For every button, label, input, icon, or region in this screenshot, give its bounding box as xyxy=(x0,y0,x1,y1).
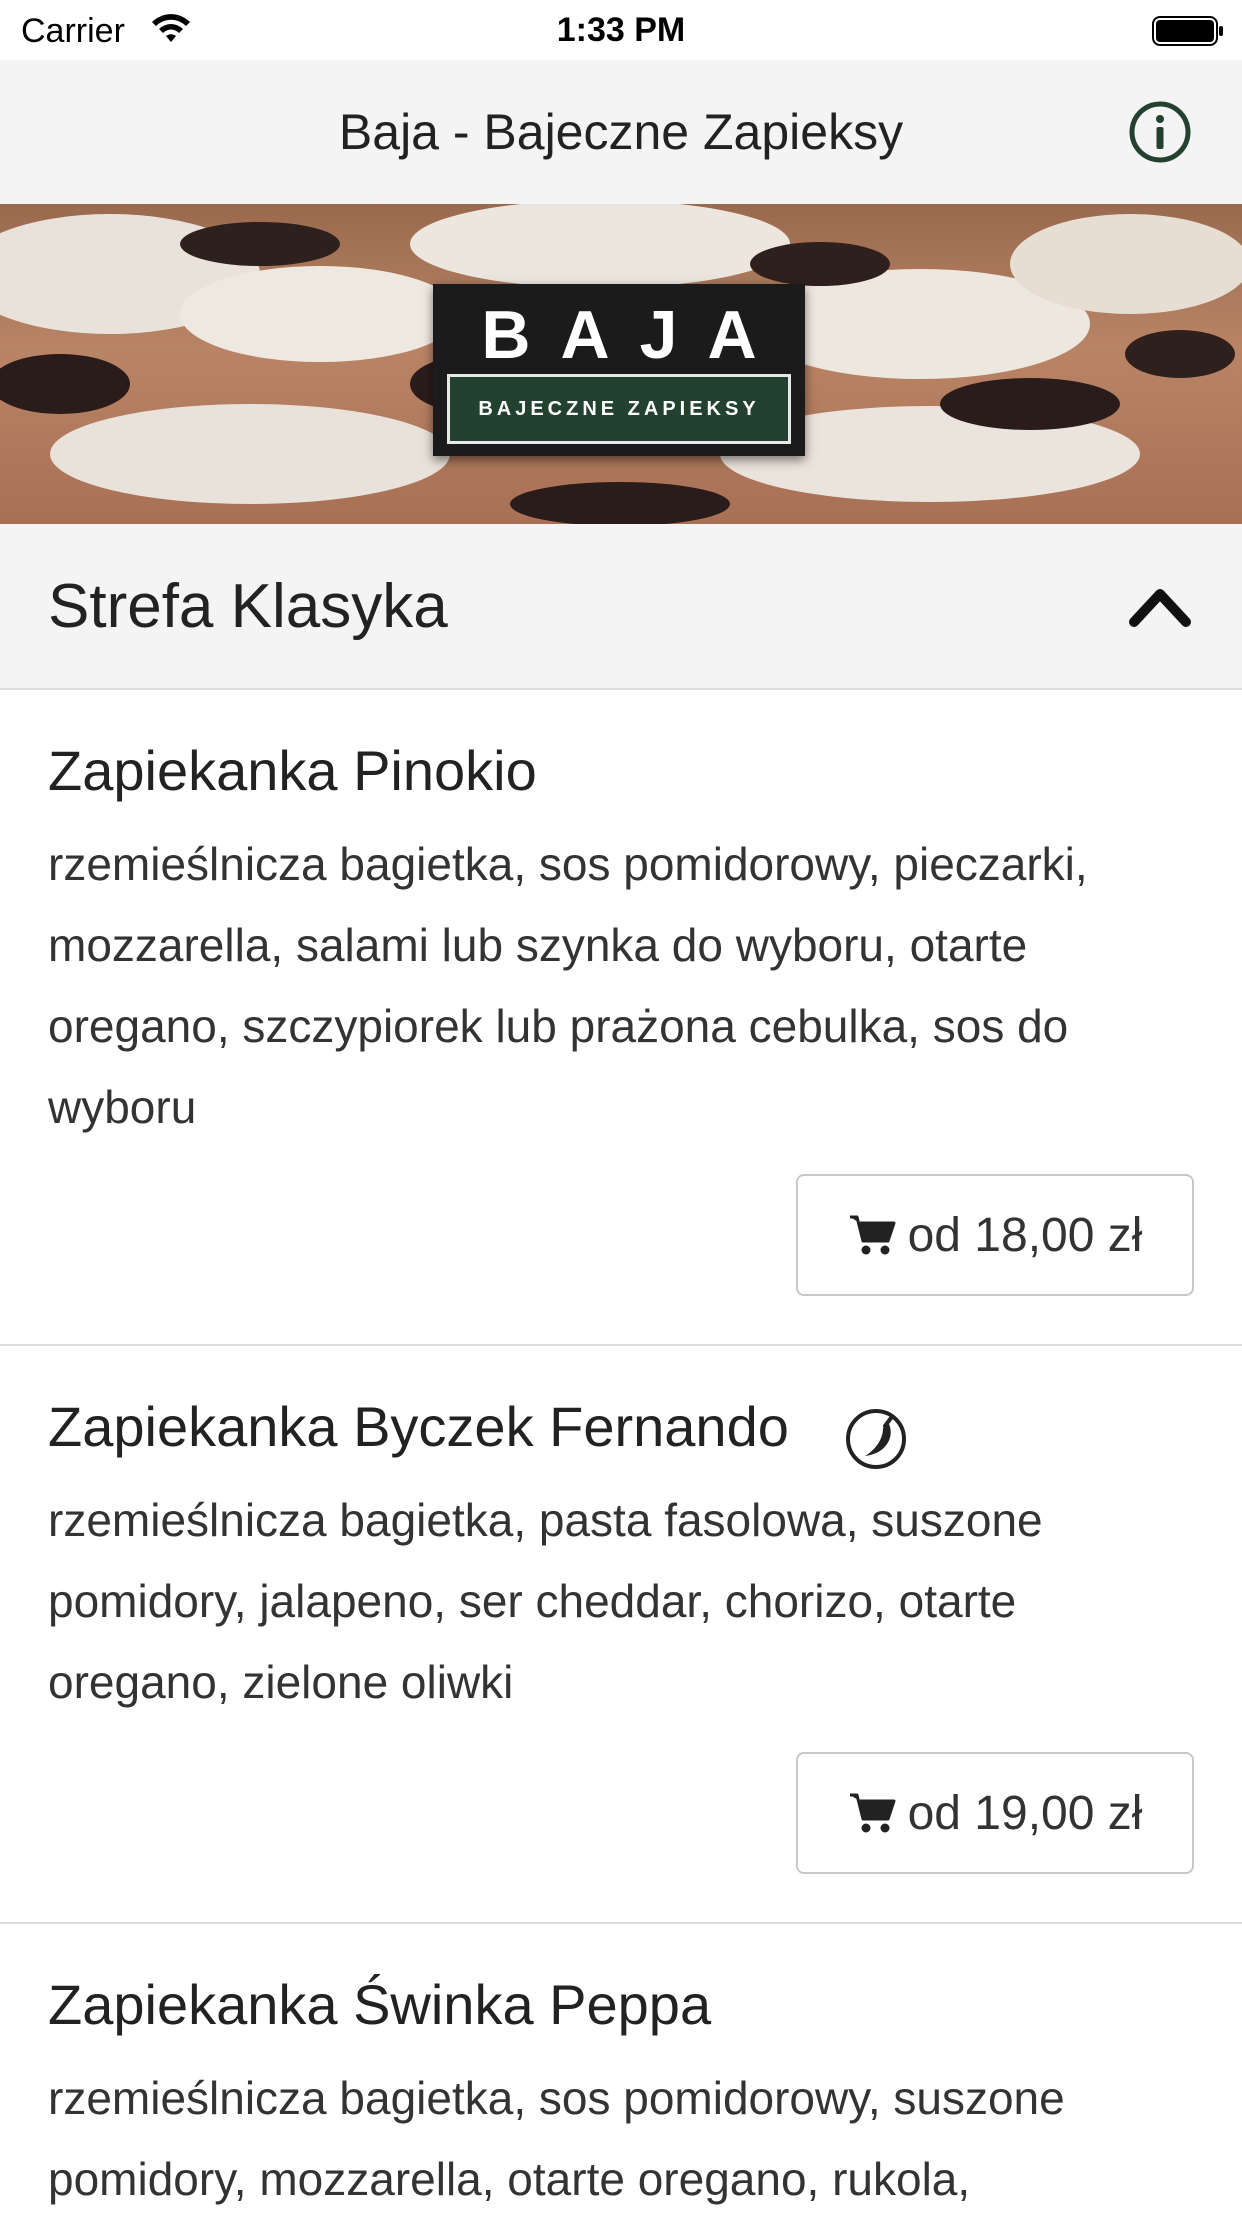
add-to-cart-button[interactable]: od 18,00 zł xyxy=(796,1174,1194,1296)
nav-title: Baja - Bajeczne Zapieksy xyxy=(338,104,904,160)
menu-item: Zapiekanka Byczek Fernando rzemieślnicza… xyxy=(0,1346,1242,1924)
logo-tagline: BAJECZNE ZAPIEKSY xyxy=(447,374,791,444)
chevron-up-icon[interactable] xyxy=(1128,580,1192,634)
menu-item: Zapiekanka Świnka Peppa rzemieślnicza ba… xyxy=(0,1924,1242,2208)
item-description: rzemieślnicza bagietka, sos pomidorowy, … xyxy=(48,2072,1065,2205)
status-time: 1:33 PM xyxy=(556,11,686,49)
info-icon[interactable] xyxy=(1128,100,1192,164)
baja-logo: BAJA BAJECZNE ZAPIEKSY xyxy=(433,284,805,456)
item-description: rzemieślnicza bagietka, pasta fasolowa, … xyxy=(48,1494,1043,1708)
spicy-chili-icon xyxy=(846,1409,906,1469)
navigation-bar: Baja - Bajeczne Zapieksy xyxy=(0,60,1242,204)
price-label: od 18,00 zł xyxy=(907,1208,1143,1262)
logo-wordmark: BAJA xyxy=(481,297,787,373)
battery-icon xyxy=(1152,16,1223,46)
category-header[interactable]: Strefa Klasyka xyxy=(0,524,1242,690)
item-name: Zapiekanka Byczek Fernando xyxy=(48,1395,789,1458)
menu-item: Zapiekanka Pinokio rzemieślnicza bagietk… xyxy=(0,690,1242,1346)
cart-icon xyxy=(849,1215,896,1255)
item-name: Zapiekanka Pinokio xyxy=(48,739,537,802)
cart-icon xyxy=(849,1793,896,1833)
item-name: Zapiekanka Świnka Peppa xyxy=(48,1973,712,2036)
item-description: rzemieślnicza bagietka, sos pomidorowy, … xyxy=(48,838,1088,1133)
price-label: od 19,00 zł xyxy=(907,1786,1143,1840)
category-title: Strefa Klasyka xyxy=(48,572,448,641)
restaurant-banner: BAJA BAJECZNE ZAPIEKSY xyxy=(0,204,1242,524)
status-bar: Carrier 1:33 PM xyxy=(0,0,1242,60)
add-to-cart-button[interactable]: od 19,00 zł xyxy=(796,1752,1194,1874)
